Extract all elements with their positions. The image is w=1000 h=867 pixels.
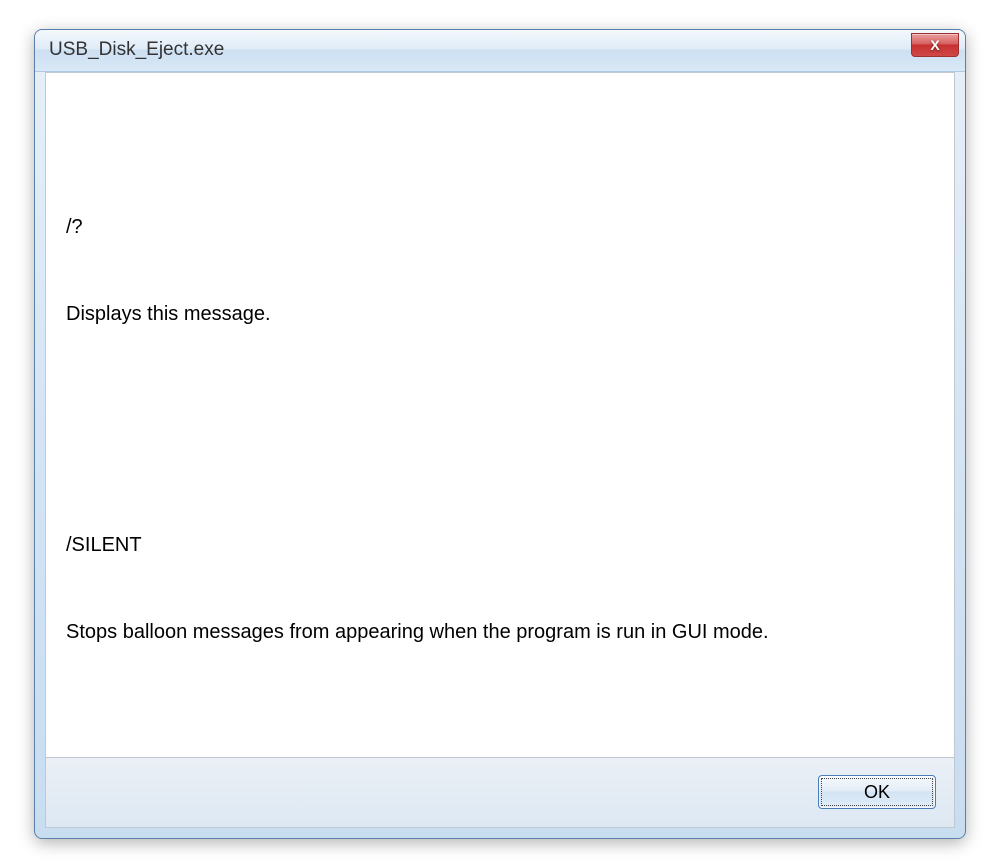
command-switch: /SILENT [66, 531, 934, 560]
command-switch: /? [66, 213, 934, 242]
close-icon: X [930, 37, 939, 53]
command-description: Displays this message. [66, 300, 934, 329]
dialog-window: USB_Disk_Eject.exe X /? Displays this me… [34, 29, 966, 839]
message-text: /? Displays this message. /SILENT Stops … [66, 97, 934, 758]
window-title: USB_Disk_Eject.exe [49, 39, 224, 61]
button-bar: OK [45, 758, 955, 828]
help-section: /SILENT Stops balloon messages from appe… [66, 473, 934, 705]
close-button[interactable]: X [911, 33, 959, 57]
ok-button[interactable]: OK [818, 775, 936, 809]
command-description: Stops balloon messages from appearing wh… [66, 618, 934, 647]
titlebar[interactable]: USB_Disk_Eject.exe X [35, 30, 965, 72]
message-content-area: /? Displays this message. /SILENT Stops … [45, 72, 955, 758]
help-section: /? Displays this message. [66, 155, 934, 387]
